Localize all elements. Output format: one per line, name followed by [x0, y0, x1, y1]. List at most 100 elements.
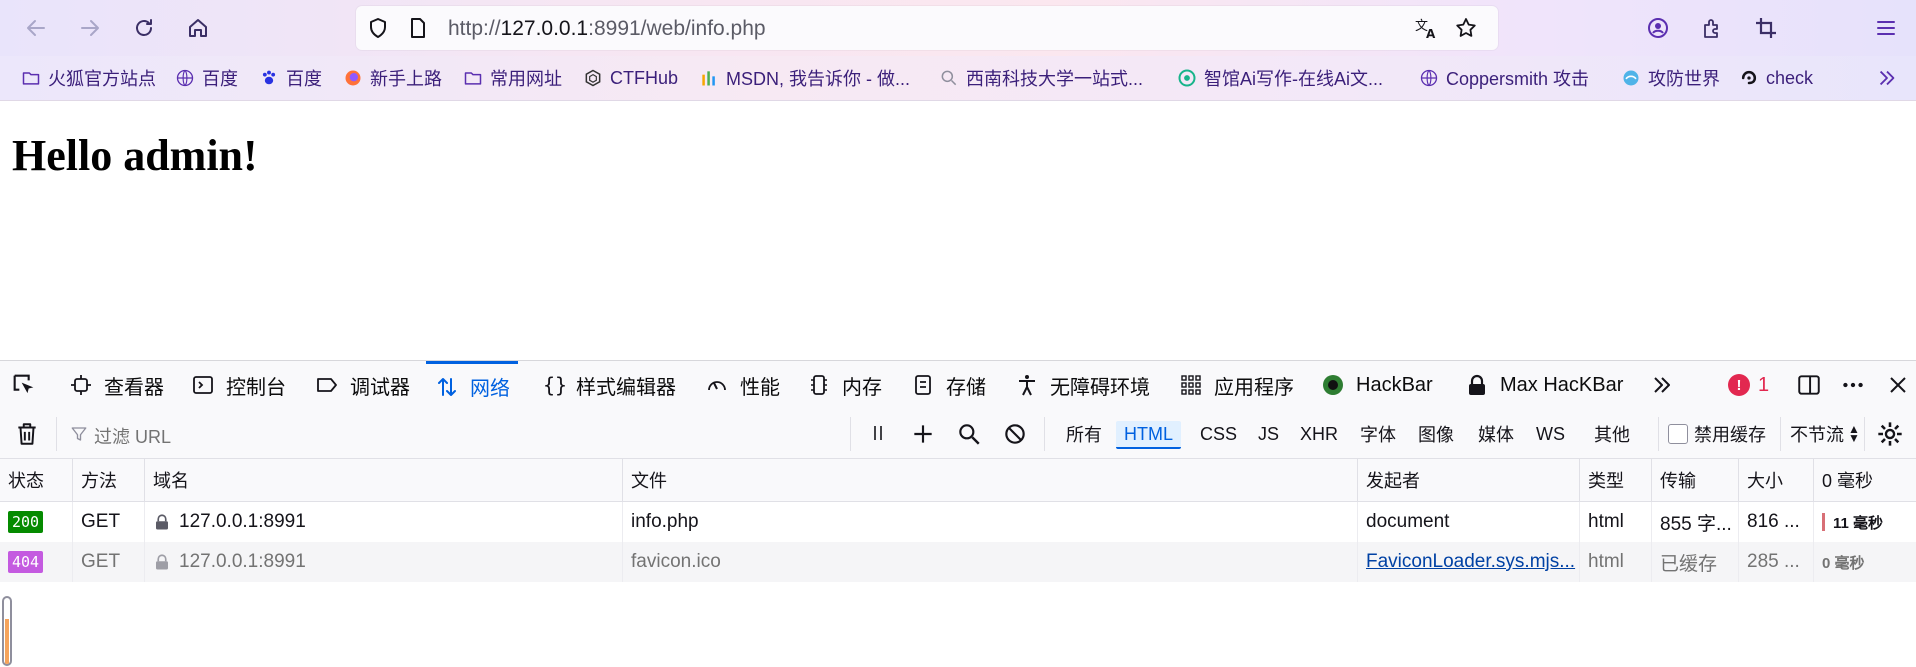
bookmark-item[interactable]: MSDN, 我告诉你 - 做... [698, 66, 910, 90]
url-bar[interactable]: http://127.0.0.1:8991/web/info.php 文A [356, 6, 1498, 50]
element-picker-icon[interactable] [10, 361, 38, 409]
close-devtools-icon[interactable] [1886, 361, 1910, 409]
globe-icon [1418, 67, 1440, 89]
globe-icon [174, 67, 196, 89]
bookmark-label: check [1766, 67, 1814, 88]
type-filter-html[interactable]: HTML [1116, 421, 1181, 449]
tab-network[interactable]: 网络 [426, 361, 518, 409]
trash-icon[interactable] [14, 421, 40, 452]
scrollbar-thumb[interactable] [2, 596, 12, 666]
initiator-cell: document [1358, 502, 1580, 542]
tab-label: 样式编辑器 [576, 376, 676, 399]
bookmarks-overflow-icon[interactable] [1876, 66, 1898, 90]
column-header-domain[interactable]: 域名 [145, 459, 623, 501]
page-icon[interactable] [406, 16, 430, 40]
home-icon[interactable] [184, 14, 212, 42]
column-header-type[interactable]: 类型 [1580, 459, 1652, 501]
bookmark-item[interactable]: 火狐官方站点 [20, 66, 156, 90]
column-header-file[interactable]: 文件 [623, 459, 1358, 501]
column-header-transferred[interactable]: 传输 [1652, 459, 1739, 501]
tab-console[interactable]: 控制台 [190, 361, 286, 409]
tab-memory[interactable]: 内存 [806, 361, 882, 409]
table-row[interactable]: 404 GET 127.0.0.1:8991 favicon.ico Favic… [0, 542, 1916, 582]
tab-inspector[interactable]: 查看器 [68, 361, 164, 409]
tab-hackbar[interactable]: HackBar [1320, 361, 1433, 409]
tab-application[interactable]: 应用程序 [1178, 361, 1294, 409]
bookmark-label: 智馆Ai写作-在线Ai文... [1204, 69, 1384, 89]
translate-icon[interactable]: 文A [1414, 16, 1438, 40]
star-icon[interactable] [1454, 16, 1478, 40]
bookmark-item[interactable]: 常用网址 [462, 66, 562, 90]
grid-icon [1178, 372, 1204, 398]
back-arrow-icon[interactable] [22, 14, 50, 42]
block-icon[interactable] [1002, 421, 1028, 452]
lock-icon [1464, 372, 1490, 398]
bookmark-item[interactable]: 西南科技大学一站式... [938, 66, 1143, 90]
bookmark-item[interactable]: 百度 [258, 66, 322, 90]
type-filter-css[interactable]: CSS [1192, 421, 1245, 447]
type-filter-other[interactable]: 其他 [1586, 421, 1638, 447]
reload-icon[interactable] [130, 14, 158, 42]
domain-cell: 127.0.0.1:8991 [145, 542, 623, 582]
column-header-status[interactable]: 状态 [0, 459, 73, 501]
settings-gear-icon[interactable] [1876, 420, 1904, 453]
bookmark-item[interactable]: CTFHub [582, 66, 678, 90]
tab-debugger[interactable]: 调试器 [314, 361, 410, 409]
bookmark-label: MSDN, 我告诉你 - 做... [726, 69, 910, 89]
type-filter-fonts[interactable]: 字体 [1352, 421, 1404, 447]
tabs-overflow-icon[interactable] [1650, 361, 1674, 409]
search-icon[interactable] [956, 421, 982, 452]
bookmark-label: 火狐官方站点 [48, 69, 156, 89]
bookmark-item[interactable]: 新手上路 [342, 66, 442, 90]
page-heading: Hello admin! [12, 131, 258, 180]
status-badge: 200 [8, 511, 44, 533]
tab-performance[interactable]: 性能 [704, 361, 780, 409]
disable-cache-toggle[interactable]: 禁用缓存 [1668, 421, 1766, 447]
crop-icon[interactable] [1752, 14, 1780, 42]
error-count-button[interactable]: ! 1 [1728, 361, 1769, 409]
column-header-waterfall[interactable]: 0 毫秒 [1814, 459, 1916, 501]
tab-accessibility[interactable]: 无障碍环境 [1014, 361, 1150, 409]
column-header-size[interactable]: 大小 [1739, 459, 1814, 501]
bookmark-item[interactable]: 智馆Ai写作-在线Ai文... [1176, 66, 1383, 90]
tab-label: 调试器 [350, 376, 410, 399]
column-header-initiator[interactable]: 发起者 [1358, 459, 1580, 501]
menu-icon[interactable] [1872, 14, 1900, 42]
account-icon[interactable] [1644, 14, 1672, 42]
tab-style-editor[interactable]: {} 样式编辑器 [540, 361, 676, 409]
inspector-icon [68, 372, 94, 398]
shield-icon[interactable] [366, 16, 390, 40]
bookmark-item[interactable]: Coppersmith 攻击 [1418, 66, 1589, 90]
dock-side-icon[interactable] [1796, 361, 1822, 409]
type-filter-all[interactable]: 所有 [1058, 421, 1110, 447]
filter-url-input[interactable]: 过滤 URL [94, 423, 171, 449]
add-request-icon[interactable] [910, 421, 936, 452]
column-header-method[interactable]: 方法 [73, 459, 145, 501]
pause-icon[interactable] [866, 421, 890, 450]
tab-storage[interactable]: 存储 [910, 361, 986, 409]
extensions-icon[interactable] [1698, 14, 1726, 42]
bookmark-item[interactable]: 攻防世界 [1620, 66, 1720, 90]
type-filter-js[interactable]: JS [1250, 421, 1287, 447]
braces-icon: {} [540, 372, 566, 398]
firefox-icon [342, 67, 364, 89]
bookmark-item[interactable]: 百度 [174, 66, 238, 90]
url-text[interactable]: http://127.0.0.1:8991/web/info.php [448, 17, 766, 41]
type-filter-media[interactable]: 媒体 [1470, 421, 1522, 447]
baidu-paw-icon [258, 67, 280, 89]
domain-cell: 127.0.0.1:8991 [145, 502, 623, 542]
bookmark-item[interactable]: check [1738, 66, 1813, 90]
tab-max-hackbar[interactable]: Max HacKBar [1464, 361, 1623, 409]
type-filter-ws[interactable]: WS [1528, 421, 1573, 447]
more-options-icon[interactable] [1840, 361, 1866, 409]
table-row[interactable]: 200 GET 127.0.0.1:8991 info.php document… [0, 502, 1916, 542]
forward-arrow-icon[interactable] [76, 14, 104, 42]
type-filter-xhr[interactable]: XHR [1292, 421, 1346, 447]
check-icon [1738, 67, 1760, 89]
initiator-cell[interactable]: FaviconLoader.sys.mjs... [1358, 542, 1580, 582]
throttle-select[interactable]: 不节流 ▲ ▼ [1790, 421, 1860, 447]
type-filter-images[interactable]: 图像 [1410, 421, 1462, 447]
checkbox[interactable] [1668, 424, 1688, 444]
tab-label: 性能 [740, 376, 780, 399]
initiator-link[interactable]: FaviconLoader.sys.mjs... [1366, 551, 1575, 573]
